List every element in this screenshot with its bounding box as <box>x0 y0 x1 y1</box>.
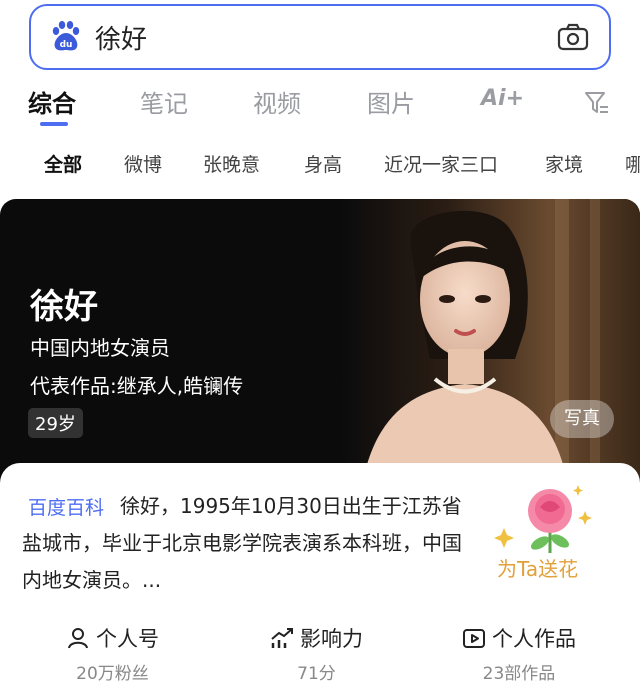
subtab-more[interactable]: 哪 <box>625 150 640 177</box>
person-name: 徐好 <box>30 287 98 327</box>
sub-tabs: 全部 微博 张晚意 身高 近况一家三口 家境 哪 <box>0 150 640 180</box>
stat-title: 影响力 <box>300 627 363 651</box>
representative-works: 代表作品:继承人,皓镧传 <box>30 374 244 398</box>
tab-images[interactable]: 图片 <box>367 84 415 119</box>
camera-icon[interactable] <box>557 22 589 52</box>
tab-all[interactable]: 综合 <box>28 84 76 119</box>
intro-text[interactable]: 徐好，1995年10月30日出生于江苏省盐城市，毕业于北京电影学院表演系本科班，… <box>22 488 462 599</box>
subtab-weibo[interactable]: 微博 <box>124 150 162 177</box>
subtab-height[interactable]: 身高 <box>304 150 342 177</box>
info-card: 百度百科 徐好，1995年10月30日出生于江苏省盐城市，毕业于北京电影学院表演… <box>0 463 640 681</box>
stat-personal-account[interactable]: 个人号 20万粉丝 <box>66 623 159 681</box>
person-icon <box>68 628 88 649</box>
send-flower-label[interactable]: 为Ta送花 <box>497 553 578 582</box>
filter-icon[interactable] <box>584 90 610 116</box>
active-tab-indicator <box>40 122 68 126</box>
stat-title: 个人作品 <box>492 627 576 651</box>
tab-videos[interactable]: 视频 <box>253 84 301 119</box>
ai-tab[interactable]: Ai+ <box>481 86 524 111</box>
baidu-paw-icon: du <box>52 21 80 51</box>
main-tabs: 综合 笔记 视频 图片 Ai+ <box>0 84 640 128</box>
hero-banner[interactable]: 徐好 中国内地女演员 代表作品:继承人,皓镧传 29岁 写真 <box>0 199 640 499</box>
search-bar[interactable]: du 徐好 <box>29 4 611 70</box>
stat-value: 71分 <box>297 664 336 681</box>
subtab-all[interactable]: 全部 <box>44 150 82 177</box>
stat-personal-works[interactable]: 个人作品 23部作品 <box>462 623 576 681</box>
person-description: 中国内地女演员 <box>30 336 170 360</box>
subtab-recent[interactable]: 近况一家三口 <box>384 150 498 177</box>
svg-text:du: du <box>60 40 73 50</box>
tab-notes[interactable]: 笔记 <box>140 84 188 119</box>
stat-title: 个人号 <box>96 627 159 651</box>
play-icon <box>463 629 485 648</box>
photo-album-button[interactable]: 写真 <box>550 400 614 438</box>
stats-row: 个人号 20万粉丝 影响力 71分 个人作品 23部作品 <box>0 623 640 681</box>
subtab-zhangwanyi[interactable]: 张晚意 <box>203 150 260 177</box>
stat-influence[interactable]: 影响力 71分 <box>270 623 363 681</box>
age-badge: 29岁 <box>28 408 83 438</box>
stat-value: 20万粉丝 <box>76 664 149 681</box>
subtab-family[interactable]: 家境 <box>545 150 583 177</box>
stat-value: 23部作品 <box>482 664 556 681</box>
portrait-image <box>340 199 640 499</box>
trend-icon <box>271 628 293 648</box>
search-input[interactable]: 徐好 <box>95 19 147 56</box>
